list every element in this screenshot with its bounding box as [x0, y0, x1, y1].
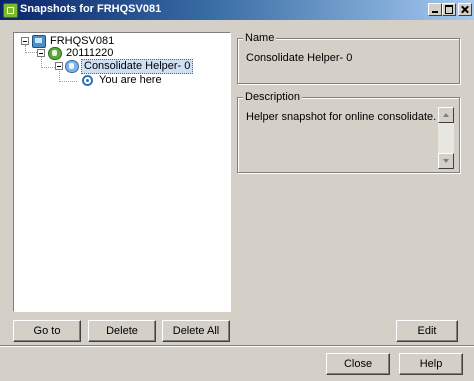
snapshot-name-value: Consolidate Helper- 0 — [246, 52, 353, 64]
close-button[interactable]: Close — [326, 353, 390, 375]
vm-icon — [32, 35, 46, 48]
goto-button[interactable]: Go to — [13, 320, 81, 342]
tree-connector — [59, 81, 77, 82]
description-group — [237, 97, 460, 173]
footer-separator — [0, 345, 474, 347]
tree-connector — [41, 67, 55, 68]
snapshot-selected-icon — [65, 60, 79, 73]
arrow-down-icon — [443, 159, 449, 163]
arrow-up-icon — [443, 113, 449, 117]
description-scrollbar[interactable] — [438, 107, 454, 169]
tree-node-snapshot-selected[interactable]: Consolidate Helper- 0 — [81, 59, 194, 74]
minimize-button[interactable] — [428, 3, 442, 16]
edit-button[interactable]: Edit — [396, 320, 458, 342]
delete-button[interactable]: Delete — [88, 320, 156, 342]
help-button[interactable]: Help — [399, 353, 463, 375]
window-title: Snapshots for FRHQSV081 — [20, 3, 162, 15]
scroll-up-button[interactable] — [438, 107, 454, 123]
scroll-down-button[interactable] — [438, 153, 454, 169]
close-window-button[interactable] — [458, 3, 472, 16]
snapshot-icon — [48, 47, 62, 60]
collapse-toggle[interactable] — [37, 49, 45, 57]
snapshot-description-value: Helper snapshot for online consolidate. — [246, 111, 437, 123]
snapshot-tree[interactable]: FRHQSV081 20111220 Consolidate Helper- 0… — [13, 32, 231, 312]
description-group-label: Description — [243, 91, 303, 103]
title-bar: Snapshots for FRHQSV081 — [0, 0, 474, 20]
tree-node-you-are-here[interactable]: You are here — [99, 74, 162, 87]
collapse-toggle[interactable] — [55, 62, 63, 70]
app-logo-icon — [3, 3, 18, 18]
delete-all-button[interactable]: Delete All — [162, 320, 230, 342]
collapse-toggle[interactable] — [21, 37, 29, 45]
name-group-label: Name — [243, 32, 277, 44]
maximize-button[interactable] — [442, 3, 456, 16]
you-are-here-icon — [82, 75, 93, 86]
